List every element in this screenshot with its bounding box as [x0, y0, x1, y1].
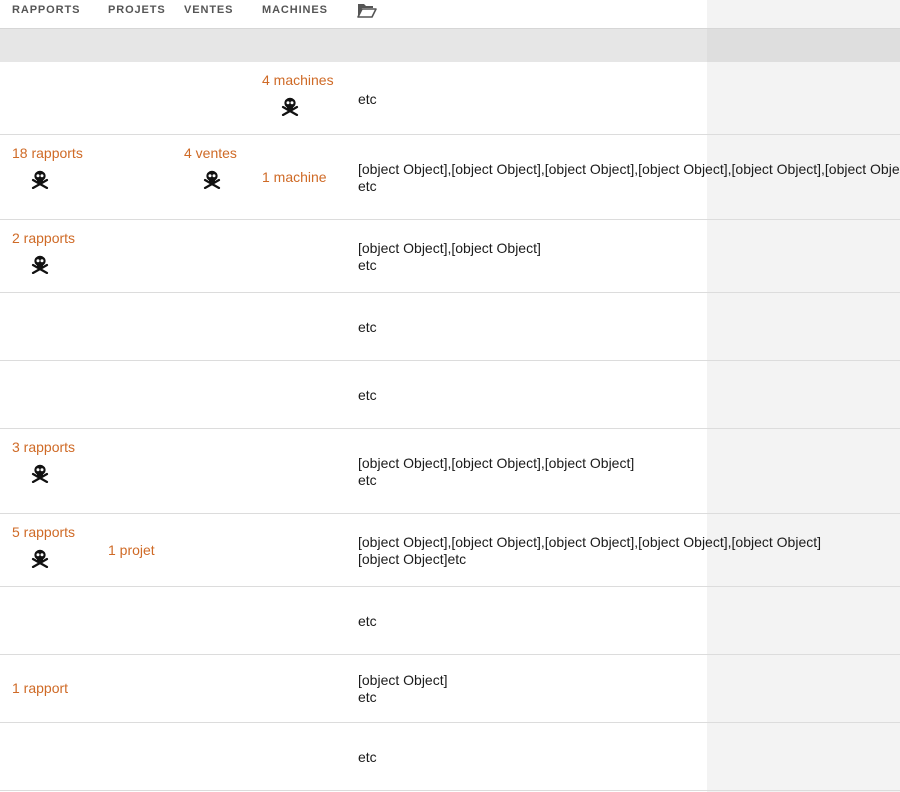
row-description: [object Object],[object Object],[object … — [358, 161, 900, 195]
row-description: etc — [358, 613, 377, 630]
table-header: RAPPORTS PROJETS VENTES MACHINES — [0, 0, 900, 29]
description-line: etc — [358, 177, 377, 194]
projets-count-link[interactable]: 1 projet — [108, 542, 155, 558]
description-line: etc — [358, 387, 377, 403]
table-row: etc — [0, 587, 900, 655]
rapports-count-link[interactable]: 18 rapports — [12, 145, 83, 161]
table-row: 3 rapports [object Object],[object Object… — [0, 429, 900, 514]
row-description: etc — [358, 91, 377, 108]
column-header-rapports[interactable]: RAPPORTS — [12, 4, 80, 16]
column-header-projets[interactable]: PROJETS — [108, 4, 166, 16]
row-description: [object Object] etc — [358, 672, 448, 706]
ventes-count-link[interactable]: 4 ventes — [184, 145, 237, 161]
machines-count-link[interactable]: 1 machine — [262, 169, 327, 185]
table-row: 2 rapports [object Object],[object Object… — [0, 220, 900, 293]
filter-bar — [0, 29, 900, 62]
skull-crossbones-icon[interactable] — [30, 254, 50, 275]
row-description: etc — [358, 319, 377, 336]
description-line: [object Object],[object Object],[object … — [358, 160, 900, 177]
description-line: etc — [358, 319, 377, 335]
table-row: 18 rapports 4 ventes 1 machine [object Obje… — [0, 135, 900, 220]
skull-crossbones-icon[interactable] — [30, 463, 50, 484]
description-line: [object Object],[object Object],[object … — [358, 533, 822, 550]
description-line: [object Object],[object Object] — [358, 239, 541, 256]
machines-count-link[interactable]: 4 machines — [262, 72, 334, 88]
skull-crossbones-icon[interactable] — [202, 169, 222, 190]
rapports-count-link[interactable]: 3 rapports — [12, 439, 75, 455]
description-line: etc — [358, 749, 377, 765]
table-body: 4 machines etc 18 rapports 4 ventes 1 machin… — [0, 62, 900, 791]
skull-crossbones-icon[interactable] — [280, 96, 300, 117]
description-line: [object Object]etc — [358, 550, 467, 567]
column-header-ventes[interactable]: VENTES — [184, 4, 233, 16]
column-header-machines[interactable]: MACHINES — [262, 4, 328, 16]
description-line: etc — [358, 689, 377, 705]
row-description: [object Object],[object Object],[object … — [358, 455, 634, 489]
description-line: [object Object],[object Object],[object … — [358, 454, 635, 471]
folder-open-icon[interactable] — [357, 1, 377, 19]
filter-bar-shade — [707, 29, 900, 62]
table-row: 5 rapports 1 projet [object Object],[objec… — [0, 514, 900, 587]
row-description: etc — [358, 387, 377, 404]
skull-crossbones-icon[interactable] — [30, 169, 50, 190]
table-row: 4 machines etc — [0, 62, 900, 135]
row-description: etc — [358, 749, 377, 766]
row-description: [object Object],[object Object],[object … — [358, 534, 821, 568]
rapports-count-link[interactable]: 2 rapports — [12, 230, 75, 246]
table-row: 1 rapport [object Object] etc — [0, 655, 900, 723]
table-row: etc — [0, 293, 900, 361]
rapports-count-link[interactable]: 1 rapport — [12, 680, 68, 696]
description-line: etc — [358, 613, 377, 629]
row-description: [object Object],[object Object] etc — [358, 240, 541, 274]
skull-crossbones-icon[interactable] — [30, 548, 50, 569]
description-line: etc — [358, 90, 377, 107]
table-row: etc — [0, 361, 900, 429]
description-line: etc — [358, 471, 377, 488]
rapports-count-link[interactable]: 5 rapports — [12, 524, 75, 540]
description-line: etc — [358, 256, 377, 273]
description-line: [object Object] — [358, 672, 448, 688]
table-row: etc — [0, 723, 900, 791]
